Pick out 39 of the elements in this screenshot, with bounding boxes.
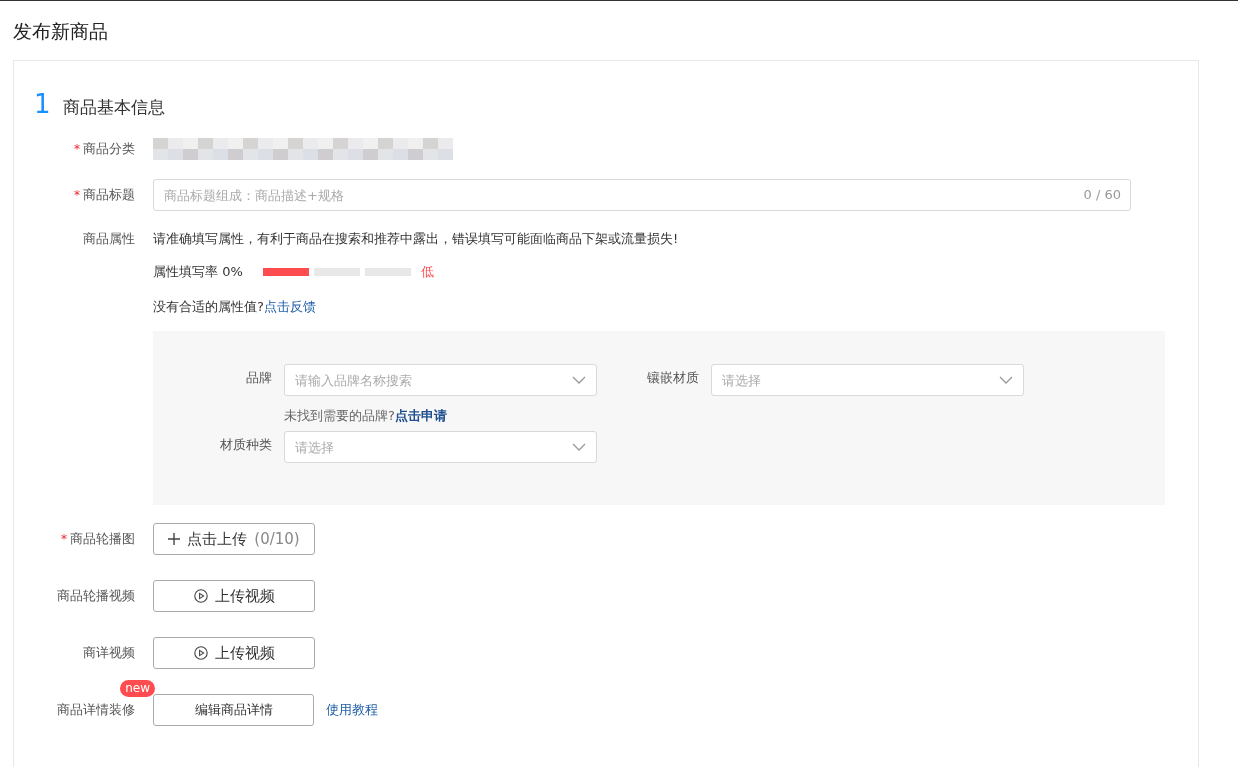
- required-mark: *: [61, 532, 67, 546]
- field-label: 商品轮播图: [70, 530, 135, 548]
- fill-rate-level: 低: [421, 263, 434, 281]
- chevron-down-icon: [999, 376, 1013, 384]
- attribute-label: 镶嵌材质: [646, 369, 699, 387]
- required-mark: *: [74, 188, 80, 202]
- field-label: 商品分类: [83, 140, 135, 158]
- attribute-label: 材质种类: [219, 436, 272, 454]
- upload-button[interactable]: 点击上传 (0/10): [153, 523, 315, 555]
- apply-link[interactable]: 点击申请: [394, 408, 447, 423]
- notice-text: 请准确填写属性，有利于商品在搜索和推荐中露出，错误填写可能面临商品下架或流量损失!: [153, 230, 679, 248]
- play-icon: [193, 589, 208, 603]
- select-field[interactable]: 请选择: [712, 365, 1023, 395]
- play-icon: [193, 646, 208, 660]
- new-badge: new: [120, 680, 155, 697]
- upload-video-button[interactable]: 上传视频: [153, 580, 315, 612]
- field-label: 商详视频: [83, 644, 135, 662]
- hint-text: 未找到需要的品牌?: [284, 408, 395, 423]
- tutorial-link[interactable]: 使用教程: [326, 701, 378, 719]
- attribute-label: 品牌: [245, 369, 272, 387]
- char-counter: 0 / 60: [1083, 187, 1121, 202]
- select-field[interactable]: 请输入品牌名称搜索: [285, 365, 596, 395]
- section-number: 1: [34, 89, 51, 119]
- edit-button[interactable]: 编辑商品详情: [153, 694, 314, 726]
- feedback-text: 没有合适的属性值?: [153, 299, 264, 314]
- section-title: 商品基本信息: [62, 96, 165, 119]
- field-label: 商品属性: [83, 230, 135, 248]
- plus-icon: [168, 533, 181, 545]
- page-title: 发布新商品: [12, 19, 109, 43]
- upload-video-button[interactable]: 上传视频: [153, 637, 315, 669]
- required-mark: *: [74, 142, 80, 156]
- chevron-down-icon: [572, 376, 586, 384]
- fill-rate-label: 属性填写率 0%: [153, 263, 244, 281]
- field-label: 商品标题: [83, 186, 135, 204]
- chevron-down-icon: [572, 443, 586, 451]
- feedback-link[interactable]: 点击反馈: [263, 299, 316, 314]
- field-label: 商品详情装修: [57, 701, 135, 719]
- select-field[interactable]: 请选择: [285, 432, 596, 462]
- field-label: 商品轮播视频: [57, 587, 135, 605]
